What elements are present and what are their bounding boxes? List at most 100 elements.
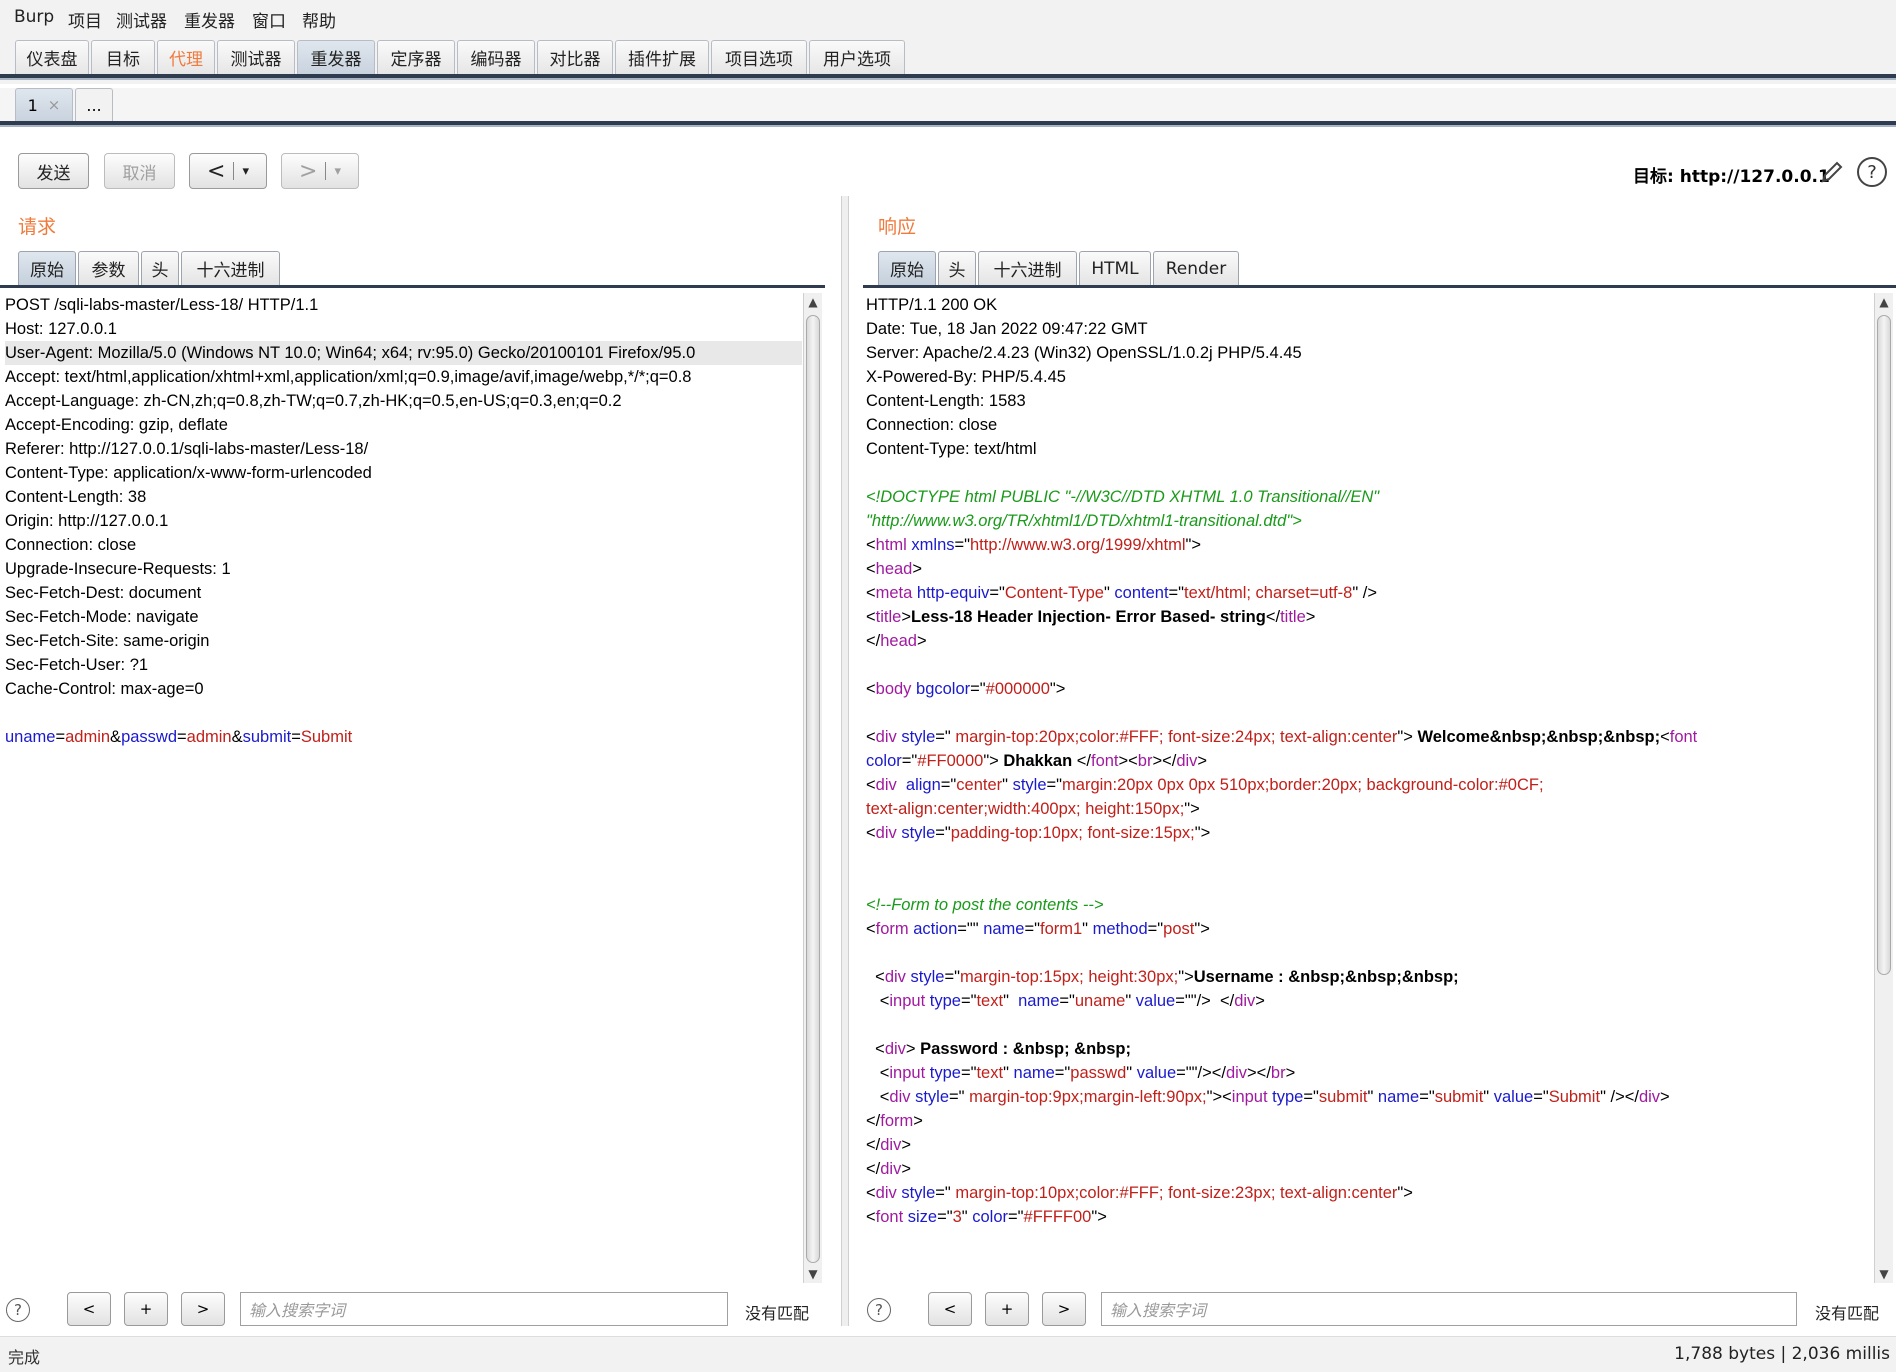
- response-search-next-button[interactable]: >: [1042, 1292, 1086, 1326]
- help-icon[interactable]: ?: [1857, 157, 1887, 187]
- response-body-line: color="#FF0000"> Dhakkan </font><br></di…: [866, 749, 1873, 773]
- html-punct: =": [1046, 776, 1063, 794]
- html-value: text: [976, 1064, 1004, 1082]
- response-text[interactable]: HTTP/1.1 200 OK Date: Tue, 18 Jan 2022 09…: [861, 293, 1873, 1229]
- repeater-tab-new[interactable]: ...: [75, 88, 113, 121]
- html-punct: >: [901, 1136, 911, 1154]
- target-url: http://127.0.0.1: [1679, 167, 1830, 187]
- html-punct: =": [1168, 584, 1185, 602]
- close-icon[interactable]: ×: [48, 96, 61, 114]
- html-comment: "http://www.w3.org/TR/xhtml1/DTD/xhtml1-…: [866, 512, 1302, 530]
- response-tab-render[interactable]: Render: [1153, 251, 1239, 285]
- response-header-line: Content-Type: text/html: [866, 440, 1037, 458]
- request-scrollbar[interactable]: ▲ ▼: [803, 293, 822, 1283]
- tab-project-options[interactable]: 项目选项: [711, 40, 807, 74]
- response-tab-underline: [863, 285, 1896, 288]
- html-punct: =": [940, 776, 957, 794]
- html-attr: name: [1018, 992, 1060, 1010]
- html-punct: <: [866, 1040, 885, 1058]
- scroll-down-icon[interactable]: ▼: [807, 1267, 819, 1281]
- html-tag: div: [884, 968, 906, 986]
- scroll-thumb[interactable]: [806, 315, 820, 1263]
- menu-window[interactable]: 窗口: [252, 7, 286, 32]
- cancel-button[interactable]: 取消: [104, 153, 175, 189]
- request-search-input[interactable]: 输入搜索字词: [240, 1292, 728, 1326]
- scroll-up-icon[interactable]: ▲: [1878, 295, 1890, 309]
- back-button[interactable]: < ▾: [189, 153, 267, 189]
- response-tab-html[interactable]: HTML: [1079, 251, 1151, 285]
- tab-target[interactable]: 目标: [91, 40, 155, 74]
- request-editor[interactable]: POST /sqli-labs-master/Less-18/ HTTP/1.1…: [0, 293, 802, 1293]
- menu-intruder[interactable]: 测试器: [116, 7, 167, 32]
- html-attr: bgcolor: [916, 680, 971, 698]
- scroll-up-icon[interactable]: ▲: [807, 295, 819, 309]
- response-search-input[interactable]: 输入搜索字词: [1101, 1292, 1797, 1326]
- tab-sequencer[interactable]: 定序器: [377, 40, 455, 74]
- response-scrollbar[interactable]: ▲ ▼: [1874, 293, 1893, 1283]
- response-tab-raw[interactable]: 原始: [878, 251, 936, 285]
- response-tab-hex[interactable]: 十六进制: [978, 251, 1077, 285]
- menu-repeater[interactable]: 重发器: [184, 7, 235, 32]
- html-punct: =": [937, 1208, 953, 1226]
- response-editor[interactable]: HTTP/1.1 200 OK Date: Tue, 18 Jan 2022 09…: [861, 293, 1873, 1293]
- request-tab-hex[interactable]: 十六进制: [181, 251, 280, 285]
- html-value: #000000: [985, 680, 1050, 698]
- param-equals: =: [177, 728, 187, 746]
- request-tab-headers[interactable]: 头: [141, 251, 179, 285]
- html-punct: <: [866, 728, 876, 746]
- request-search-add-button[interactable]: +: [124, 1292, 168, 1326]
- response-body-line: <input type="text" name="uname" value=""…: [866, 989, 1873, 1013]
- menu-project[interactable]: 项目: [68, 7, 102, 32]
- html-text: Dhakkan: [1003, 752, 1073, 770]
- edit-target-icon[interactable]: [1818, 158, 1846, 186]
- response-search-help-icon[interactable]: ?: [867, 1298, 891, 1322]
- request-search-next-button[interactable]: >: [181, 1292, 225, 1326]
- menu-help[interactable]: 帮助: [302, 7, 336, 32]
- html-text: Password : &nbsp; &nbsp;: [920, 1040, 1131, 1058]
- response-body-line: <meta http-equiv="Content-Type" content=…: [866, 581, 1873, 605]
- repeater-tab-1[interactable]: 1 ×: [15, 88, 73, 121]
- request-search-help-icon[interactable]: ?: [6, 1298, 30, 1322]
- html-value: center: [956, 776, 1003, 794]
- response-body-line: "http://www.w3.org/TR/xhtml1/DTD/xhtml1-…: [866, 509, 1873, 533]
- request-tab-params[interactable]: 参数: [78, 251, 139, 285]
- tab-intruder[interactable]: 测试器: [217, 40, 295, 74]
- html-value: post: [1163, 920, 1195, 938]
- tab-repeater[interactable]: 重发器: [297, 40, 375, 74]
- request-search-prev-button[interactable]: <: [67, 1292, 111, 1326]
- send-button[interactable]: 发送: [18, 153, 89, 189]
- menu-burp[interactable]: Burp: [14, 7, 54, 27]
- tab-user-options[interactable]: 用户选项: [809, 40, 905, 74]
- scroll-down-icon[interactable]: ▼: [1878, 1267, 1890, 1281]
- response-tab-headers[interactable]: 头: [938, 251, 976, 285]
- request-text[interactable]: POST /sqli-labs-master/Less-18/ HTTP/1.1…: [0, 293, 802, 749]
- html-punct: >: [1197, 752, 1208, 770]
- html-punct: ": [1003, 992, 1019, 1010]
- request-tab-underline: [0, 285, 825, 288]
- request-tab-raw[interactable]: 原始: [18, 251, 76, 285]
- html-punct: <: [866, 680, 876, 698]
- response-body-line: <div style=" margin-top:20px;color:#FFF;…: [866, 725, 1873, 749]
- response-search-add-button[interactable]: +: [985, 1292, 1029, 1326]
- back-arrow-icon: <: [207, 158, 226, 184]
- tab-proxy[interactable]: 代理: [157, 40, 215, 74]
- repeater-tab-label: 1: [27, 95, 38, 115]
- html-tag: title: [875, 608, 902, 626]
- html-attr: name: [983, 920, 1025, 938]
- tab-extender[interactable]: 插件扩展: [615, 40, 709, 74]
- html-punct: =": [935, 728, 951, 746]
- tab-comparer[interactable]: 对比器: [537, 40, 613, 74]
- html-value: form1: [1039, 920, 1083, 938]
- html-value: Content-Type: [1004, 584, 1104, 602]
- scroll-thumb[interactable]: [1877, 315, 1891, 975]
- split-divider[interactable]: [841, 196, 849, 1326]
- html-punct: <: [866, 584, 876, 602]
- response-search-prev-button[interactable]: <: [928, 1292, 972, 1326]
- html-punct: =": [949, 1088, 965, 1106]
- request-body-line: uname=admin&passwd=admin&submit=Submit: [5, 725, 802, 749]
- tab-decoder[interactable]: 编码器: [457, 40, 535, 74]
- forward-button[interactable]: > ▾: [281, 153, 359, 189]
- response-stats: 1,788 bytes | 2,036 millis: [1674, 1344, 1890, 1364]
- tab-dashboard[interactable]: 仪表盘: [15, 40, 89, 74]
